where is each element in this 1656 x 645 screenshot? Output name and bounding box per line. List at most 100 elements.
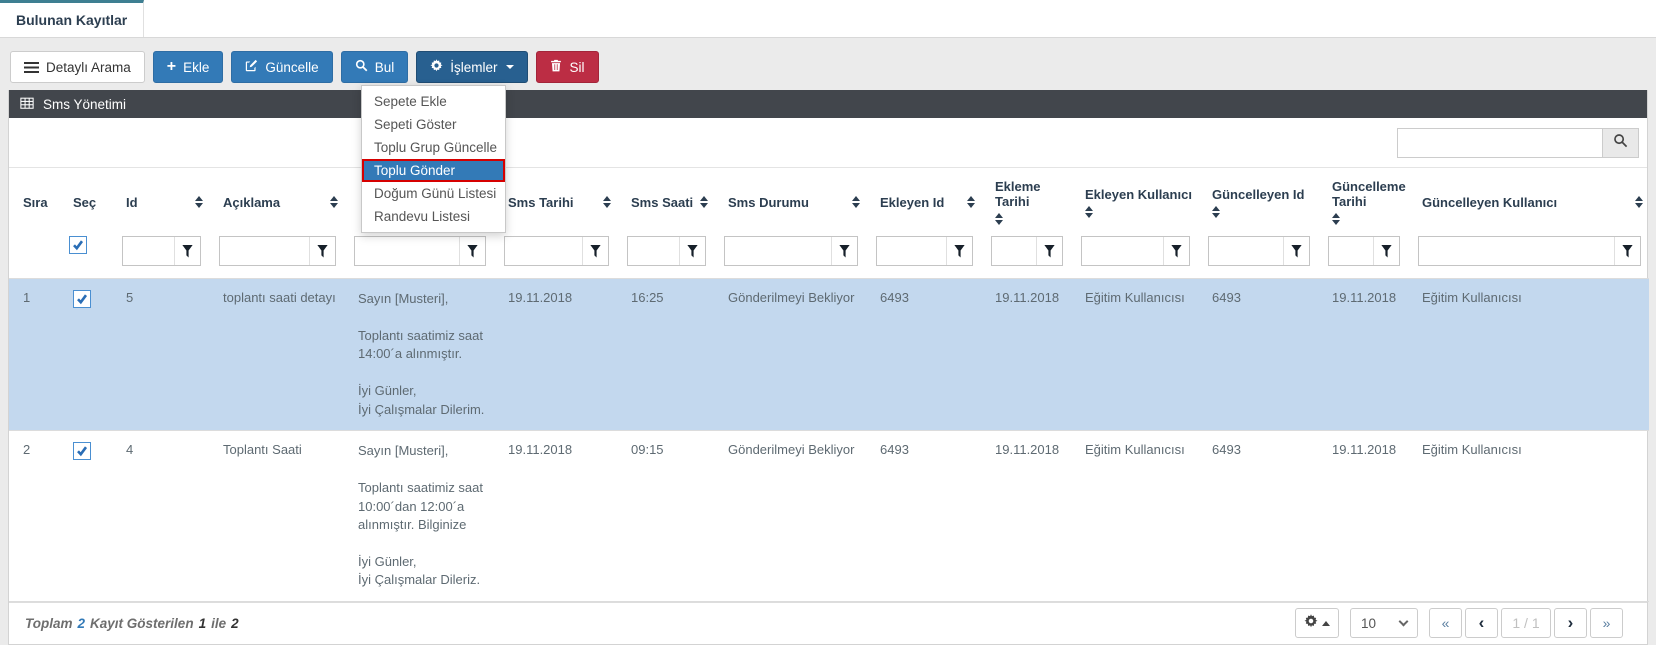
first-page-button[interactable]: «	[1429, 608, 1462, 638]
sort-icon[interactable]	[967, 196, 975, 208]
toolbar: Detaylı Arama + Ekle Güncelle Bul İşleml…	[0, 38, 1656, 90]
filter-input-aciklama[interactable]	[220, 237, 309, 265]
filter-funnel-icon[interactable]	[1283, 237, 1309, 265]
cell-sms-tarihi: 19.11.2018	[494, 431, 617, 602]
filter-funnel-icon[interactable]	[679, 237, 705, 265]
sort-icon[interactable]	[330, 196, 338, 208]
filter-input-ekleyen-id[interactable]	[877, 237, 946, 265]
menu-item-dogum-gunu-listesi[interactable]: Doğum Günü Listesi	[362, 182, 505, 205]
operations-button[interactable]: İşlemler	[416, 51, 528, 83]
cell-sms-saati: 09:15	[617, 431, 714, 602]
filter-cell-ekleyen-kullanici	[1071, 234, 1198, 279]
column-header-guncelleyen-id[interactable]: Güncelleyen Id	[1198, 168, 1318, 234]
filter-input-ekleme-tarihi[interactable]	[992, 237, 1036, 265]
sort-icon[interactable]	[603, 196, 611, 208]
cell-sms-durumu: Gönderilmeyi Bekliyor	[714, 431, 866, 602]
sort-icon[interactable]	[1085, 206, 1093, 218]
filter-funnel-icon[interactable]	[1614, 237, 1640, 265]
filter-funnel-icon[interactable]	[309, 237, 335, 265]
sort-icon[interactable]	[1332, 213, 1340, 225]
tab-bar: Bulunan Kayıtlar	[0, 0, 1656, 38]
column-header-sms-saati[interactable]: Sms Saati	[617, 168, 714, 234]
sort-icon[interactable]	[700, 196, 708, 208]
column-header-ekleyen-id[interactable]: Ekleyen Id	[866, 168, 981, 234]
column-header-ekleme-tarihi[interactable]: Ekleme Tarihi	[981, 168, 1071, 234]
global-search-button[interactable]	[1603, 128, 1639, 158]
column-header-id[interactable]: Id	[112, 168, 209, 234]
operations-dropdown-menu: Sepete Ekle Sepeti Göster Toplu Grup Gün…	[361, 85, 506, 233]
filter-input-guncelleme-tarihi[interactable]	[1329, 237, 1373, 265]
filter-cell-sms-tarihi	[494, 234, 617, 279]
cell-guncelleyen-kullanici: Eğitim Kullanıcısı	[1408, 279, 1649, 431]
add-button[interactable]: + Ekle	[153, 51, 224, 83]
cell-guncelleyen-id: 6493	[1198, 431, 1318, 602]
sort-icon[interactable]	[995, 213, 1003, 225]
detailed-search-button[interactable]: Detaylı Arama	[10, 51, 145, 83]
column-header-guncelleyen-kullanici[interactable]: Güncelleyen Kullanıcı	[1408, 168, 1649, 234]
filter-input-guncelleyen-kullanici[interactable]	[1419, 237, 1614, 265]
column-header-guncelleme-tarihi[interactable]: Güncelleme Tarihi	[1318, 168, 1408, 234]
cell-sec	[59, 279, 112, 431]
filter-funnel-icon[interactable]	[174, 237, 200, 265]
menu-item-toplu-grup-guncelle[interactable]: Toplu Grup Güncelle	[362, 136, 505, 159]
filter-funnel-icon[interactable]	[1036, 237, 1062, 265]
sort-icon[interactable]	[852, 196, 860, 208]
cell-ekleyen-kullanici: Eğitim Kullanıcısı	[1071, 431, 1198, 602]
filter-funnel-icon[interactable]	[831, 237, 857, 265]
update-button[interactable]: Güncelle	[231, 51, 332, 83]
delete-label: Sil	[569, 60, 584, 75]
column-header-aciklama[interactable]: Açıklama	[209, 168, 344, 234]
gear-icon	[1304, 614, 1318, 633]
column-header-sms-durumu[interactable]: Sms Durumu	[714, 168, 866, 234]
table-row[interactable]: 1 5 toplantı saati detayı Sayın [Musteri…	[9, 279, 1649, 431]
trash-icon	[550, 59, 562, 75]
menu-item-sepete-ekle[interactable]: Sepete Ekle	[362, 90, 505, 113]
filter-funnel-icon[interactable]	[1163, 237, 1189, 265]
sort-icon[interactable]	[195, 196, 203, 208]
find-button[interactable]: Bul	[341, 51, 409, 83]
filter-input-guncelleyen-id[interactable]	[1209, 237, 1283, 265]
next-page-button[interactable]: ›	[1554, 608, 1587, 638]
filter-row	[9, 234, 1649, 279]
delete-button[interactable]: Sil	[536, 51, 598, 83]
page-size-select[interactable]: 10	[1350, 608, 1418, 638]
last-page-button[interactable]: »	[1590, 608, 1623, 638]
shown-from: 1	[199, 616, 207, 631]
filter-funnel-icon[interactable]	[1373, 237, 1399, 265]
global-search-input[interactable]	[1397, 128, 1603, 158]
cell-guncelleyen-id: 6493	[1198, 279, 1318, 431]
sort-icon[interactable]	[1635, 196, 1643, 208]
row-checkbox[interactable]	[73, 290, 91, 308]
filter-cell-sira	[9, 234, 59, 279]
column-header-ekleyen-kullanici[interactable]: Ekleyen Kullanıcı	[1071, 168, 1198, 234]
grid-settings-button[interactable]	[1295, 608, 1339, 638]
table-row[interactable]: 2 4 Toplantı Saati Sayın [Musteri], Topl…	[9, 431, 1649, 602]
sort-icon[interactable]	[1212, 206, 1220, 218]
menu-item-randevu-listesi[interactable]: Randevu Listesi	[362, 205, 505, 228]
cell-id: 4	[112, 431, 209, 602]
filter-funnel-icon[interactable]	[459, 237, 485, 265]
menu-item-sepeti-goster[interactable]: Sepeti Göster	[362, 113, 505, 136]
update-label: Güncelle	[265, 60, 318, 75]
cell-guncelleme-tarihi: 19.11.2018	[1318, 431, 1408, 602]
filter-input-id[interactable]	[123, 237, 174, 265]
filter-input-sms-tarihi[interactable]	[505, 237, 582, 265]
menu-item-toplu-gonder[interactable]: Toplu Gönder	[362, 159, 505, 182]
cell-ekleyen-id: 6493	[866, 431, 981, 602]
filter-funnel-icon[interactable]	[582, 237, 608, 265]
row-checkbox[interactable]	[73, 442, 91, 460]
panel-title: Sms Yönetimi	[43, 97, 126, 112]
filter-input-sms-durumu[interactable]	[725, 237, 831, 265]
cell-aciklama: toplantı saati detayı	[209, 279, 344, 431]
column-header-sms-tarihi[interactable]: Sms Tarihi	[494, 168, 617, 234]
filter-input-sms-saati[interactable]	[628, 237, 679, 265]
select-all-checkbox[interactable]	[69, 236, 87, 254]
filter-cell-aciklama	[209, 234, 344, 279]
filter-funnel-icon[interactable]	[946, 237, 972, 265]
tab-found-records[interactable]: Bulunan Kayıtlar	[0, 0, 144, 37]
filter-input-ekleyen-kullanici[interactable]	[1082, 237, 1163, 265]
cell-sms-durumu: Gönderilmeyi Bekliyor	[714, 279, 866, 431]
filter-input-sms-metni[interactable]	[355, 237, 459, 265]
previous-page-button[interactable]: ‹	[1465, 608, 1498, 638]
cell-guncelleme-tarihi: 19.11.2018	[1318, 279, 1408, 431]
